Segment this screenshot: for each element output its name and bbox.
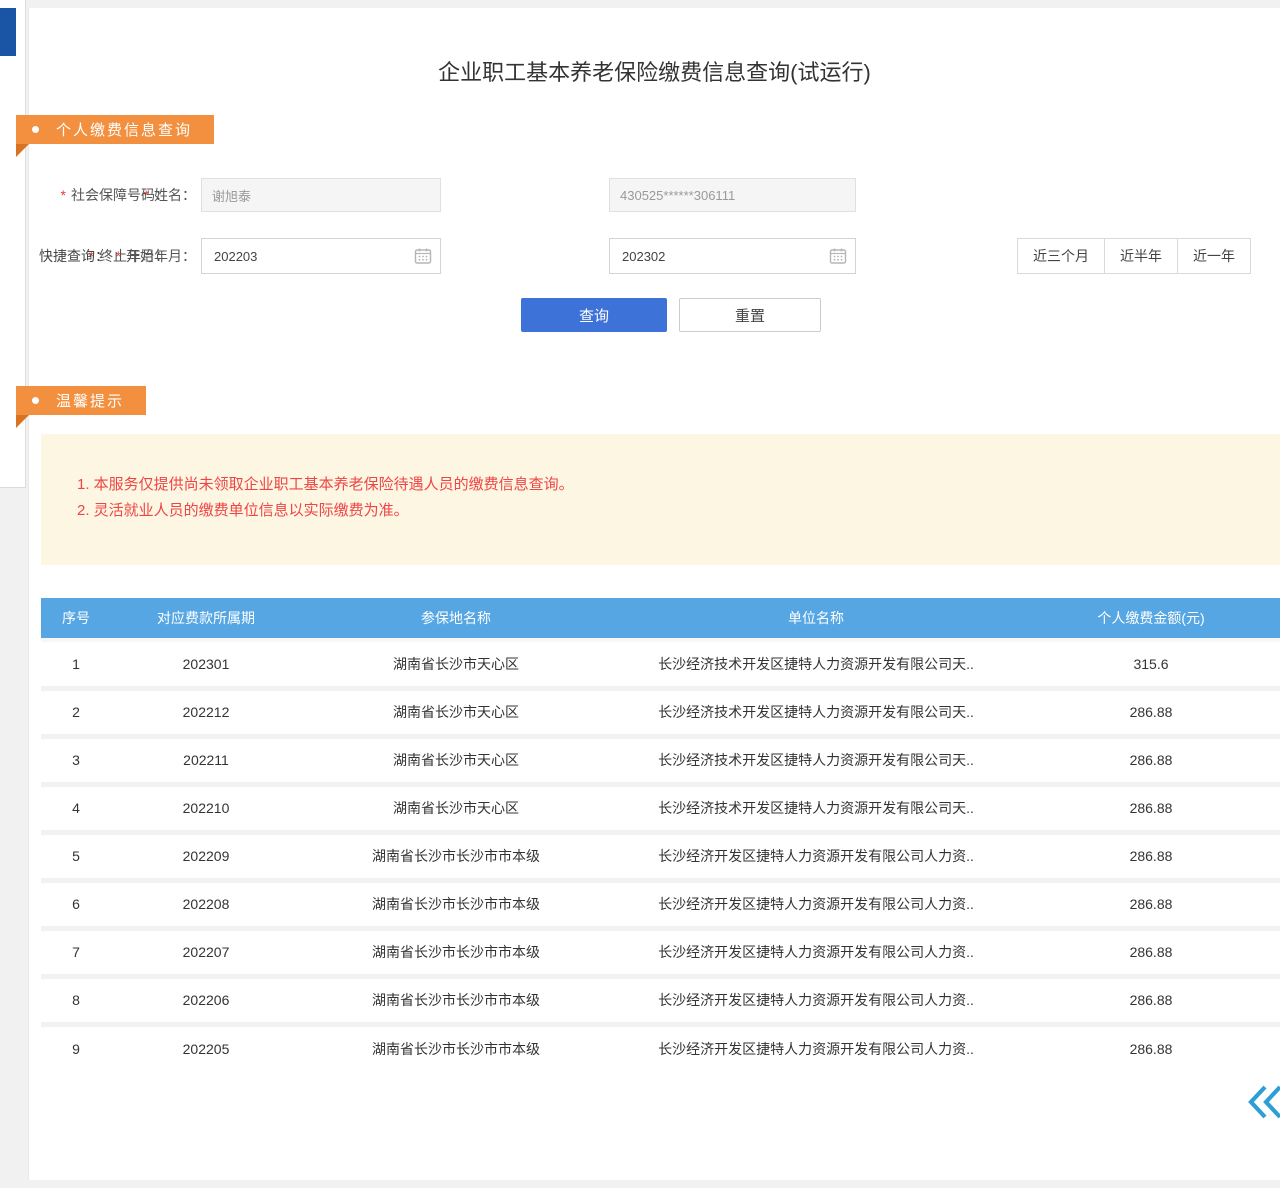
cell-period: 202211: [111, 736, 301, 784]
cell-period: 202301: [111, 640, 301, 688]
section-badge-label: 个人缴费信息查询: [56, 119, 192, 140]
cell-amount: 286.88: [1021, 1024, 1280, 1072]
table-row: 1202301湖南省长沙市天心区长沙经济技术开发区捷特人力资源开发有限公司天..…: [41, 640, 1280, 688]
collapse-double-chevron-icon[interactable]: [1243, 1082, 1280, 1122]
column-header-no: 序号: [41, 598, 111, 640]
cell-region: 湖南省长沙市长沙市市本级: [301, 976, 611, 1024]
cell-period: 202210: [111, 784, 301, 832]
table-row: 6202208湖南省长沙市长沙市市本级长沙经济开发区捷特人力资源开发有限公司人力…: [41, 880, 1280, 928]
cell-period: 202205: [111, 1024, 301, 1072]
calendar-icon[interactable]: [829, 247, 847, 265]
tips-notice-box: 1. 本服务仅提供尚未领取企业职工基本养老保险待遇人员的缴费信息查询。 2. 灵…: [41, 434, 1280, 565]
cell-company: 长沙经济开发区捷特人力资源开发有限公司人力资..: [611, 928, 1021, 976]
cell-period: 202208: [111, 880, 301, 928]
main-panel: 企业职工基本养老保险缴费信息查询(试运行) 个人缴费信息查询 *姓名： *社会保…: [28, 8, 1280, 1180]
cell-amount: 315.6: [1021, 640, 1280, 688]
payment-table-body: 1202301湖南省长沙市天心区长沙经济技术开发区捷特人力资源开发有限公司天..…: [41, 640, 1280, 1072]
bullet-icon: [32, 397, 39, 404]
column-header-company: 单位名称: [611, 598, 1021, 640]
cell-region: 湖南省长沙市长沙市市本级: [301, 1024, 611, 1072]
cell-region: 湖南省长沙市天心区: [301, 688, 611, 736]
table-row: 3202211湖南省长沙市天心区长沙经济技术开发区捷特人力资源开发有限公司天..…: [41, 736, 1280, 784]
quick-option-2[interactable]: 近半年: [1104, 238, 1178, 274]
cell-no: 3: [41, 736, 111, 784]
query-button[interactable]: 查询: [521, 298, 667, 332]
cell-no: 5: [41, 832, 111, 880]
section-badge-label: 温馨提示: [56, 390, 124, 411]
cell-region: 湖南省长沙市天心区: [301, 736, 611, 784]
tips-line-1: 1. 本服务仅提供尚未领取企业职工基本养老保险待遇人员的缴费信息查询。: [77, 472, 1261, 498]
form-row-dates: *开始年月： *终止年月： 快捷查询：: [29, 238, 1280, 274]
cell-company: 长沙经济开发区捷特人力资源开发有限公司人力资..: [611, 976, 1021, 1024]
cell-period: 202207: [111, 928, 301, 976]
cell-period: 202209: [111, 832, 301, 880]
column-header-region: 参保地名称: [301, 598, 611, 640]
ssn-label: *社会保障号码：: [29, 178, 169, 212]
section-badge-tips: 温馨提示: [16, 386, 146, 415]
cell-company: 长沙经济技术开发区捷特人力资源开发有限公司天..: [611, 736, 1021, 784]
tips-line-2: 2. 灵活就业人员的缴费单位信息以实际缴费为准。: [77, 498, 1261, 524]
quick-option-3[interactable]: 近一年: [1177, 238, 1251, 274]
reset-button[interactable]: 重置: [679, 298, 821, 332]
end-month-field: [609, 238, 856, 274]
start-month-input[interactable]: [201, 238, 441, 274]
sidebar-toggle-tab[interactable]: [0, 8, 16, 56]
cell-amount: 286.88: [1021, 736, 1280, 784]
bullet-icon: [32, 126, 39, 133]
cell-region: 湖南省长沙市长沙市市本级: [301, 832, 611, 880]
cell-region: 湖南省长沙市长沙市市本级: [301, 880, 611, 928]
cell-period: 202206: [111, 976, 301, 1024]
cell-no: 8: [41, 976, 111, 1024]
table-row: 7202207湖南省长沙市长沙市市本级长沙经济开发区捷特人力资源开发有限公司人力…: [41, 928, 1280, 976]
cell-no: 6: [41, 880, 111, 928]
table-row: 5202209湖南省长沙市长沙市市本级长沙经济开发区捷特人力资源开发有限公司人力…: [41, 832, 1280, 880]
form-actions: 查询 重置: [29, 298, 1280, 332]
table-row: 2202212湖南省长沙市天心区长沙经济技术开发区捷特人力资源开发有限公司天..…: [41, 688, 1280, 736]
table-header-row: 序号 对应费款所属期 参保地名称 单位名称 个人缴费金额(元): [41, 598, 1280, 640]
table-row: 9202205湖南省长沙市长沙市市本级长沙经济开发区捷特人力资源开发有限公司人力…: [41, 1024, 1280, 1072]
page-title: 企业职工基本养老保险缴费信息查询(试运行): [29, 55, 1280, 87]
cell-amount: 286.88: [1021, 928, 1280, 976]
quick-option-1[interactable]: 近三个月: [1017, 238, 1105, 274]
cell-company: 长沙经济开发区捷特人力资源开发有限公司人力资..: [611, 880, 1021, 928]
required-asterisk: *: [61, 187, 66, 203]
section-badge-personal-query: 个人缴费信息查询: [16, 115, 214, 144]
form-row-identity: *姓名： *社会保障号码：: [29, 178, 1280, 212]
cell-region: 湖南省长沙市天心区: [301, 640, 611, 688]
cell-no: 9: [41, 1024, 111, 1072]
cell-region: 湖南省长沙市天心区: [301, 784, 611, 832]
cell-no: 4: [41, 784, 111, 832]
quick-query-label: 快捷查询：: [29, 238, 109, 274]
cell-period: 202212: [111, 688, 301, 736]
column-header-period: 对应费款所属期: [111, 598, 301, 640]
cell-company: 长沙经济开发区捷特人力资源开发有限公司人力资..: [611, 832, 1021, 880]
name-input: [201, 178, 441, 212]
cell-amount: 286.88: [1021, 832, 1280, 880]
end-month-input[interactable]: [609, 238, 856, 274]
cell-company: 长沙经济开发区捷特人力资源开发有限公司人力资..: [611, 1024, 1021, 1072]
quick-query-group: 近三个月近半年近一年: [1017, 238, 1251, 274]
cell-no: 2: [41, 688, 111, 736]
start-month-field: [201, 238, 441, 274]
column-header-amount: 个人缴费金额(元): [1021, 598, 1280, 640]
cell-amount: 286.88: [1021, 976, 1280, 1024]
calendar-icon[interactable]: [414, 247, 432, 265]
cell-amount: 286.88: [1021, 880, 1280, 928]
cell-amount: 286.88: [1021, 688, 1280, 736]
table-row: 4202210湖南省长沙市天心区长沙经济技术开发区捷特人力资源开发有限公司天..…: [41, 784, 1280, 832]
cell-company: 长沙经济技术开发区捷特人力资源开发有限公司天..: [611, 688, 1021, 736]
table-row: 8202206湖南省长沙市长沙市市本级长沙经济开发区捷特人力资源开发有限公司人力…: [41, 976, 1280, 1024]
cell-no: 7: [41, 928, 111, 976]
cell-company: 长沙经济技术开发区捷特人力资源开发有限公司天..: [611, 640, 1021, 688]
ssn-input: [609, 178, 856, 212]
payment-table: 序号 对应费款所属期 参保地名称 单位名称 个人缴费金额(元) 1202301湖…: [41, 598, 1280, 1072]
cell-region: 湖南省长沙市长沙市市本级: [301, 928, 611, 976]
cell-amount: 286.88: [1021, 784, 1280, 832]
cell-no: 1: [41, 640, 111, 688]
cell-company: 长沙经济技术开发区捷特人力资源开发有限公司天..: [611, 784, 1021, 832]
